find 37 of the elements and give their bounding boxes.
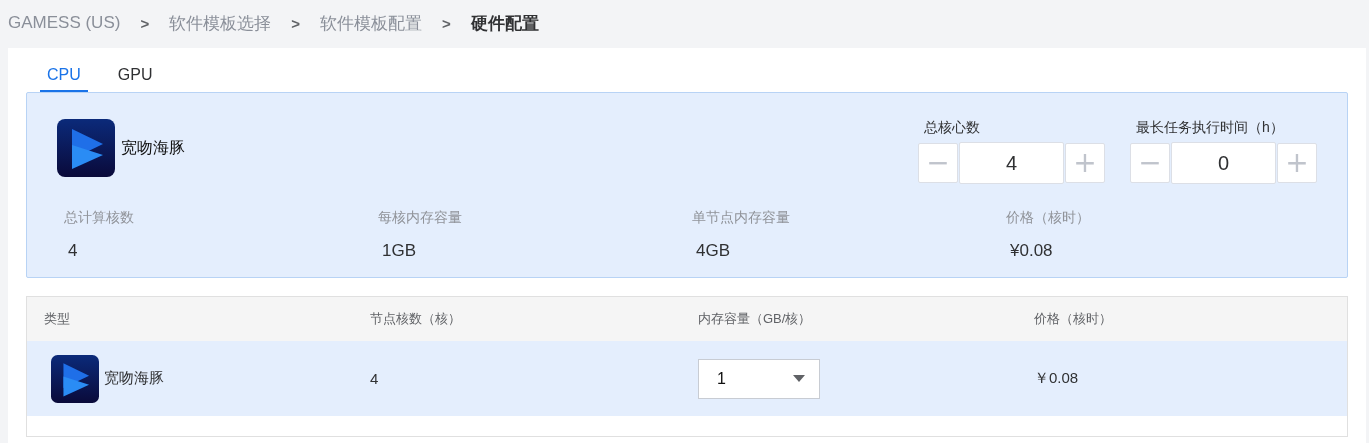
chevron-icon: > <box>140 14 150 32</box>
number-field[interactable]: 0 <box>1171 142 1276 184</box>
product-name: 宽吻海豚 <box>121 137 185 158</box>
column-header: 类型 <box>44 310 71 328</box>
number-field[interactable]: 4 <box>959 142 1064 184</box>
app-logo-icon <box>51 354 99 403</box>
stat-label: 单节点内存容量 <box>692 209 791 227</box>
field-label: 最长任务执行时间（h） <box>1135 119 1285 137</box>
column-header: 节点核数（核） <box>370 310 462 328</box>
stat-label: 价格（核时） <box>1006 209 1091 227</box>
stat-label: 每核内存容量 <box>378 209 463 227</box>
decrement-button[interactable]: − <box>1130 143 1170 183</box>
memory-dropdown[interactable]: 1 <box>698 358 820 399</box>
decrement-button[interactable]: − <box>918 143 958 183</box>
tab[interactable]: GPU <box>110 62 160 92</box>
stat-value: 4GB <box>695 241 732 261</box>
stat-value: 1GB <box>381 241 418 261</box>
table-cell: 宽吻海豚 <box>104 369 164 388</box>
table-row[interactable]: 宽吻海豚 4 1 ￥0.08 <box>27 341 1347 416</box>
breadcrumb-item[interactable]: 软件模板配置 <box>319 11 422 35</box>
breadcrumb-item[interactable]: 软件模板选择 <box>169 11 272 35</box>
column-header: 价格（核时） <box>1034 310 1113 328</box>
breadcrumb-item[interactable]: GAMESS (US) <box>8 13 121 33</box>
increment-button[interactable]: + <box>1065 143 1105 183</box>
app-logo-icon <box>57 119 115 177</box>
increment-button[interactable]: + <box>1277 143 1317 183</box>
breadcrumb-item: 硬件配置 <box>470 12 539 35</box>
chevron-icon: > <box>441 14 451 32</box>
stat-value: 4 <box>67 241 79 261</box>
stat-label: 总计算核数 <box>64 209 135 227</box>
stat-value: ¥0.08 <box>1009 241 1054 261</box>
table-cell-text: 4 <box>370 370 380 387</box>
chevron-icon: > <box>291 14 300 32</box>
caret-icon <box>793 375 805 382</box>
table-cell-text: ￥0.08 <box>1034 369 1080 388</box>
field-label: 总核心数 <box>923 119 981 137</box>
column-header: 内存容量（GB/核） <box>698 310 813 328</box>
